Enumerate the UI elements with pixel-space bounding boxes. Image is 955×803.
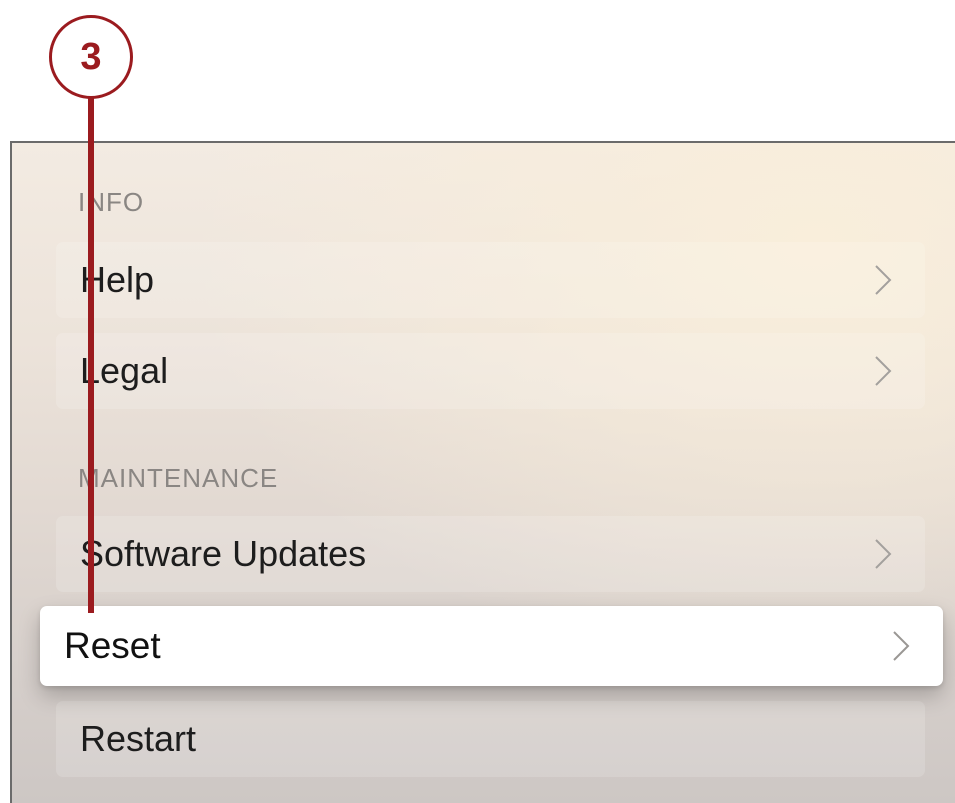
menu-item-legal[interactable]: Legal (56, 333, 925, 409)
menu-item-label: Legal (80, 350, 169, 391)
chevron-right-icon (863, 260, 903, 300)
chevron-right-icon (881, 626, 921, 666)
chevron-right-icon (863, 534, 903, 574)
menu-item-label: Software Updates (80, 533, 367, 574)
step-callout-marker: 3 (49, 15, 133, 99)
tutorial-figure: 3 INFO Help Legal MAINTENANCE Software U… (0, 0, 955, 803)
menu-item-restart[interactable]: Restart (56, 701, 925, 777)
chevron-right-icon (863, 351, 903, 391)
step-number: 3 (80, 36, 102, 78)
menu-item-help[interactable]: Help (56, 242, 925, 318)
menu-item-label: Help (80, 259, 155, 300)
menu-item-software-updates[interactable]: Software Updates (56, 516, 925, 592)
menu-item-label: Reset (64, 625, 161, 666)
menu-item-reset[interactable]: Reset (40, 606, 943, 686)
callout-pointer-line (88, 97, 94, 613)
settings-screen: INFO Help Legal MAINTENANCE Software Upd… (10, 141, 955, 803)
section-header-maintenance: MAINTENANCE (78, 463, 279, 493)
menu-item-label: Restart (80, 718, 197, 759)
